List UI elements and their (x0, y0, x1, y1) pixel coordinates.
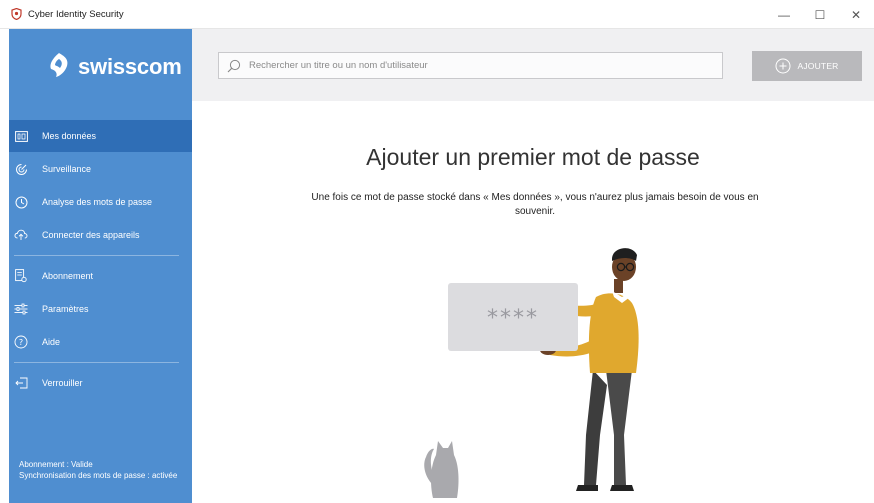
window-titlebar: Cyber Identity Security — ☐ ✕ (0, 0, 874, 29)
cat-illustration (424, 441, 459, 498)
window-controls: — ☐ ✕ (766, 0, 874, 29)
password-illustration (424, 248, 639, 498)
analysis-icon (14, 195, 28, 209)
search-box[interactable] (218, 52, 723, 79)
sidebar-item-label: Connecter des appareils (42, 230, 140, 240)
sidebar-item-label: Mes données (42, 131, 97, 141)
sidebar-item-verrouiller[interactable]: Verrouiller (9, 367, 192, 399)
app-shield-icon (10, 8, 22, 20)
sidebar-item-label: Surveillance (42, 164, 92, 174)
search-input[interactable] (249, 60, 709, 71)
subscription-status-text: Abonnement : Valide (19, 460, 93, 469)
page-title: Ajouter un premier mot de passe (366, 144, 700, 170)
page-description: Une fois ce mot de passe stocké dans « M… (311, 192, 759, 217)
data-icon (14, 129, 28, 143)
search-icon (227, 59, 241, 73)
sidebar: swisscom Mes données Surveillance Analys… (9, 29, 192, 503)
sidebar-item-label: Abonnement (42, 271, 94, 281)
sync-status-text: Synchronisation des mots de passe : acti… (19, 471, 178, 480)
settings-sliders-icon (14, 302, 28, 316)
sidebar-item-label: Analyse des mots de passe (42, 197, 153, 207)
maximize-button[interactable]: ☐ (802, 0, 838, 29)
sidebar-item-connecter[interactable]: Connecter des appareils (9, 219, 192, 251)
brand-logo: swisscom (47, 49, 182, 85)
help-icon: ? (14, 335, 28, 349)
sidebar-item-label: Aide (42, 337, 61, 347)
add-button-label: AJOUTER (797, 61, 839, 71)
close-button[interactable]: ✕ (838, 0, 874, 29)
subscription-status: Abonnement : Valide Synchronisation des … (19, 459, 192, 481)
sidebar-item-mes-donnees[interactable]: Mes données (9, 120, 192, 152)
header-bar: AJOUTER (192, 29, 874, 101)
sidebar-item-abonnement[interactable]: Abonnement (9, 260, 192, 292)
sidebar-item-aide[interactable]: ? Aide (9, 326, 192, 358)
sidebar-item-label: Verrouiller (42, 378, 83, 388)
sidebar-divider (14, 362, 179, 363)
window-title: Cyber Identity Security (28, 8, 124, 20)
plus-circle-icon (775, 58, 791, 74)
connect-devices-icon (14, 228, 28, 242)
sidebar-item-analyse[interactable]: Analyse des mots de passe (9, 186, 192, 218)
lock-exit-icon (14, 376, 28, 390)
brand-name: swisscom (78, 54, 182, 79)
swisscom-logo-icon (47, 52, 71, 83)
svg-text:?: ? (19, 338, 23, 347)
surveillance-icon (14, 162, 28, 176)
password-card-text: **** (487, 306, 539, 331)
sidebar-divider (14, 255, 179, 256)
add-button[interactable]: AJOUTER (752, 51, 862, 81)
minimize-button[interactable]: — (766, 0, 802, 29)
subscription-icon (14, 269, 28, 283)
sidebar-item-label: Paramètres (42, 304, 89, 314)
sidebar-item-parametres[interactable]: Paramètres (9, 293, 192, 325)
sidebar-item-surveillance[interactable]: Surveillance (9, 153, 192, 185)
